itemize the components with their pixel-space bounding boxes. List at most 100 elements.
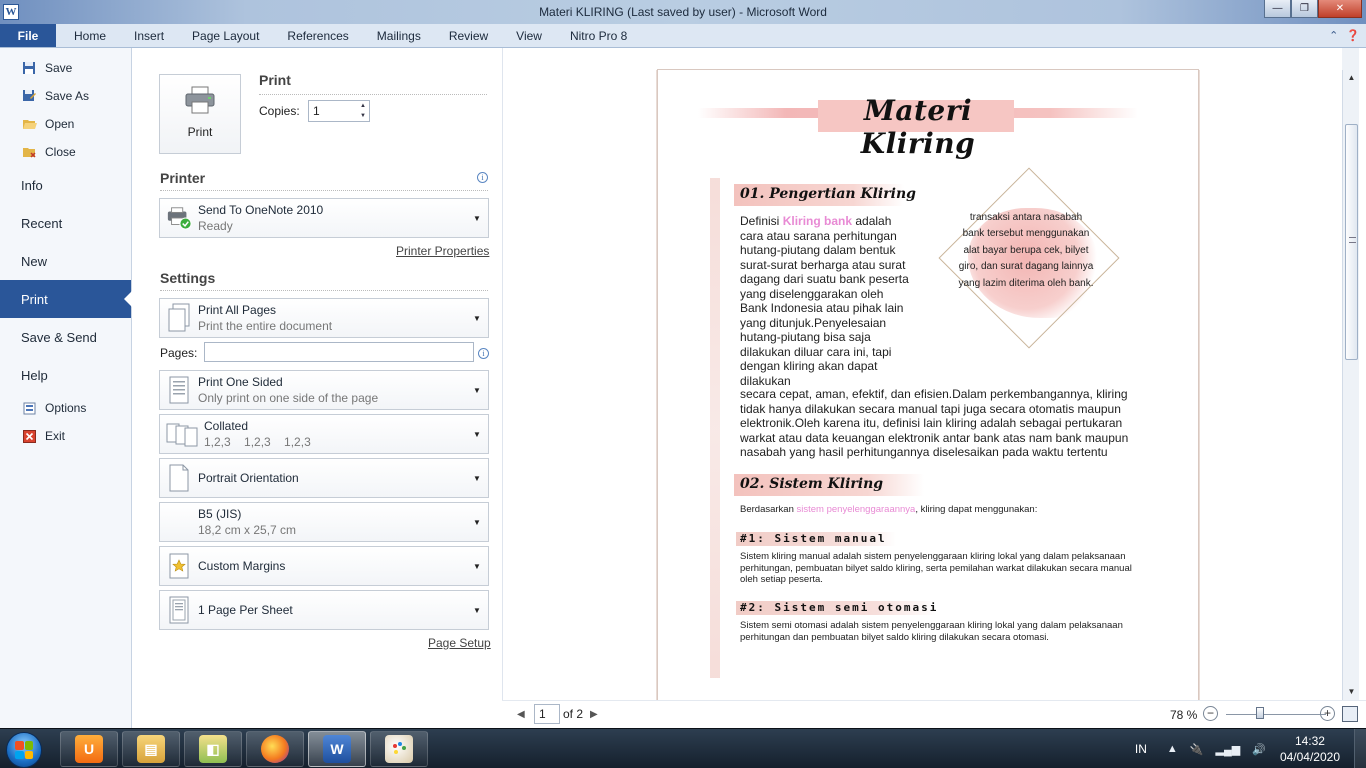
orientation-dropdown[interactable]: Portrait Orientation ▼ [159, 458, 489, 498]
nav-open[interactable]: Open [0, 110, 131, 138]
taskbar-firefox[interactable] [246, 731, 304, 767]
collate-dropdown[interactable]: Collated 1,2,3 1,2,3 1,2,3 ▼ [159, 414, 489, 454]
ribbon-right-controls: ⌃ ❓ [1329, 29, 1360, 42]
clock[interactable]: 14:32 04/04/2020 [1280, 733, 1340, 765]
nav-close[interactable]: Close [0, 138, 131, 166]
nav-recent[interactable]: Recent [0, 204, 131, 242]
tab-references[interactable]: References [273, 24, 362, 47]
nav-help[interactable]: Help [0, 356, 131, 394]
nav-info[interactable]: Info [0, 166, 131, 204]
tab-insert[interactable]: Insert [120, 24, 178, 47]
page-setup-link[interactable]: Page Setup [428, 636, 491, 650]
save-icon [21, 60, 37, 76]
file-explorer-icon: ▤ [137, 735, 165, 763]
taskbar-folder-windows[interactable]: ◧ [184, 731, 242, 767]
page-number-input[interactable]: 1 [534, 704, 560, 724]
backstage-nav: Save Save As Open Close Info Recent New … [0, 48, 132, 728]
printer-section-heading: Printer i [160, 170, 488, 191]
spin-down-icon[interactable]: ▼ [360, 113, 366, 119]
print-button[interactable]: Print [159, 74, 241, 154]
sided-dropdown[interactable]: Print One Sided Only print on one side o… [159, 370, 489, 410]
tab-review[interactable]: Review [435, 24, 502, 47]
minimize-button[interactable]: — [1264, 0, 1291, 18]
tab-mailings[interactable]: Mailings [363, 24, 435, 47]
zoom-slider-thumb[interactable] [1256, 707, 1264, 719]
copies-input[interactable]: 1 ▲ ▼ [308, 100, 370, 122]
nav-options[interactable]: Options [0, 394, 131, 422]
power-icon[interactable]: 🔌 [1190, 743, 1204, 756]
preview-navigator: ◀ 1 of 2 ▶ 78 % − + [502, 700, 1366, 728]
printer-properties-link[interactable]: Printer Properties [396, 244, 489, 258]
language-indicator[interactable]: IN [1135, 742, 1147, 756]
previous-page-icon[interactable]: ◀ [517, 709, 525, 720]
margins-dropdown[interactable]: Custom Margins ▼ [159, 546, 489, 586]
zoom-slider-track[interactable] [1226, 714, 1326, 715]
paper-size-dropdown[interactable]: B5 (JIS) 18,2 cm x 25,7 cm ▼ [159, 502, 489, 542]
spin-up-icon[interactable]: ▲ [360, 103, 366, 109]
tab-view[interactable]: View [502, 24, 556, 47]
tab-nitro-pro[interactable]: Nitro Pro 8 [556, 24, 641, 47]
nav-print[interactable]: Print [0, 280, 132, 318]
print-preview[interactable]: Materi Kliring 01. Pengertian Kliring De… [502, 48, 1342, 700]
scrollbar-top-corner [1342, 48, 1359, 70]
nav-save-send[interactable]: Save & Send [0, 318, 131, 356]
volume-icon[interactable]: 🔊 [1252, 743, 1266, 756]
system-tray: IN ▲ 🔌 ▂▄▆ 🔊 14:32 04/04/2020 [1135, 729, 1366, 768]
help-icon[interactable]: ❓ [1346, 29, 1360, 42]
nav-save[interactable]: Save [0, 54, 131, 82]
pages-input[interactable] [204, 342, 474, 362]
taskbar-file-explorer[interactable]: ▤ [122, 731, 180, 767]
nav-new[interactable]: New [0, 242, 131, 280]
zoom-to-page-icon[interactable] [1342, 706, 1358, 722]
left-brush-decor [710, 178, 720, 678]
printer-dropdown[interactable]: Send To OneNote 2010 Ready ▼ [159, 198, 489, 238]
window-title: Materi KLIRING (Last saved by user) - Mi… [539, 5, 827, 19]
print-range-dropdown[interactable]: Print All Pages Print the entire documen… [159, 298, 489, 338]
pages-label: Pages: [160, 346, 198, 360]
printer-status-icon [166, 203, 192, 233]
maximize-button[interactable]: ❐ [1291, 0, 1318, 18]
close-button[interactable]: ✕ [1318, 0, 1362, 18]
copies-spinner[interactable]: ▲ ▼ [357, 101, 369, 121]
nav-exit[interactable]: Exit [0, 422, 131, 450]
show-desktop-button[interactable] [1354, 729, 1366, 768]
settings-section-heading: Settings [160, 270, 488, 291]
start-button[interactable] [6, 732, 42, 768]
sided-sub: Only print on one side of the page [198, 391, 379, 405]
next-page-icon[interactable]: ▶ [590, 709, 598, 720]
print-button-label: Print [187, 125, 213, 139]
copies-value: 1 [313, 104, 320, 118]
collate-sub: 1,2,3 1,2,3 1,2,3 [204, 435, 311, 449]
tab-home[interactable]: Home [60, 24, 120, 47]
section2-highlight: sistem penyelenggaraannya [796, 504, 916, 515]
taskbar-uc-browser[interactable]: U [60, 731, 118, 767]
scroll-down-icon[interactable]: ▼ [1343, 684, 1360, 700]
zoom-level[interactable]: 78 % [1170, 708, 1197, 722]
collate-main: Collated [204, 419, 249, 433]
section2-intro: Berdasarkan [740, 504, 797, 515]
printer-heading: Printer [160, 170, 206, 186]
portrait-page-icon [166, 463, 192, 493]
nav-save-as-label: Save As [45, 89, 90, 103]
nav-save-as[interactable]: Save As [0, 82, 131, 110]
scroll-thumb[interactable] [1345, 124, 1358, 360]
tab-page-layout[interactable]: Page Layout [178, 24, 273, 47]
tab-file[interactable]: File [0, 24, 56, 47]
print-range-sub: Print the entire document [198, 319, 333, 333]
taskbar-paint[interactable] [370, 731, 428, 767]
windows-taskbar: U ▤ ◧ W IN ▲ 🔌 ▂▄▆ 🔊 14:32 04/04/2020 [0, 728, 1366, 768]
scroll-up-icon[interactable]: ▲ [1343, 70, 1360, 86]
zoom-in-icon[interactable]: + [1320, 706, 1335, 721]
pages-info-icon[interactable]: i [478, 348, 489, 359]
network-signal-icon[interactable]: ▂▄▆ [1216, 743, 1241, 756]
zoom-out-icon[interactable]: − [1203, 706, 1218, 721]
printer-info-icon[interactable]: i [477, 172, 488, 183]
section1-heading: 01. Pengertian Kliring [740, 186, 916, 202]
ribbon-expand-icon[interactable]: ⌃ [1329, 29, 1338, 42]
vertical-scrollbar[interactable]: ▲ ▼ [1342, 70, 1359, 700]
show-hidden-icons-icon[interactable]: ▲ [1167, 743, 1178, 756]
chevron-down-icon: ▼ [473, 429, 481, 439]
pages-per-sheet-dropdown[interactable]: 1 Page Per Sheet ▼ [159, 590, 489, 630]
title-bar: W Materi KLIRING (Last saved by user) - … [0, 0, 1366, 24]
taskbar-microsoft-word[interactable]: W [308, 731, 366, 767]
